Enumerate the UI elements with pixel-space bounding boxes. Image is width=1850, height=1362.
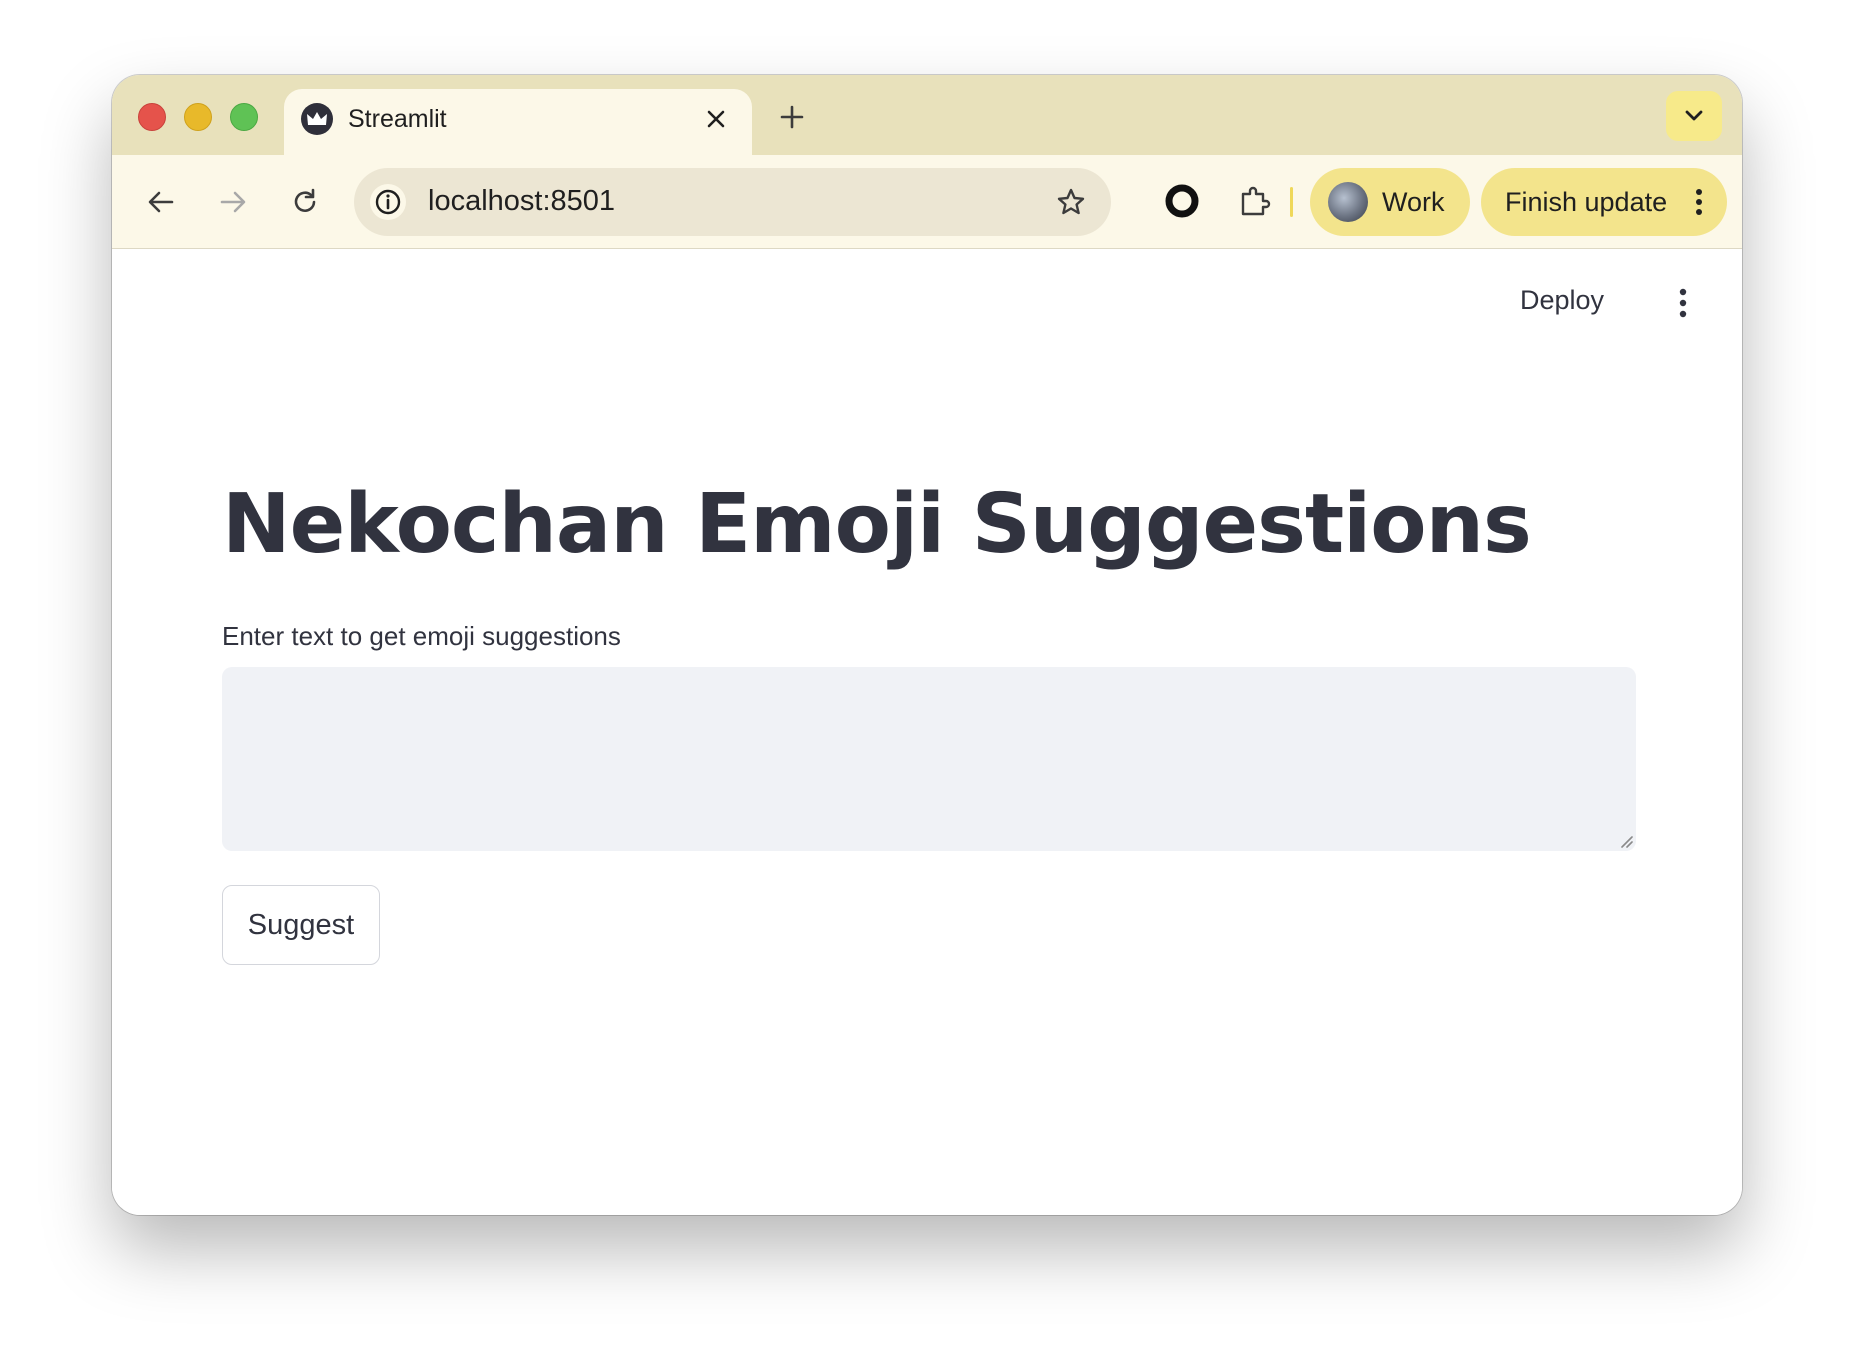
bookmark-star-icon[interactable] [1053,184,1089,220]
finish-update-button[interactable]: Finish update [1481,168,1727,236]
text-input-label: Enter text to get emoji suggestions [222,621,621,651]
forward-button[interactable] [210,179,256,225]
toolbar-divider [1290,187,1293,217]
back-button[interactable] [138,179,184,225]
tab-title: Streamlit [348,105,447,133]
address-bar[interactable]: localhost:8501 [354,168,1111,236]
tab-strip: Streamlit [112,75,1742,155]
suggest-button[interactable]: Suggest [222,885,380,965]
url-text: localhost:8501 [428,185,616,217]
reload-button[interactable] [282,179,328,225]
streamlit-crown-icon [301,103,333,135]
deploy-button[interactable]: Deploy [1520,285,1604,316]
main-menu-button[interactable] [1668,283,1698,323]
extension-record-icon[interactable] [1158,177,1206,225]
new-tab-button[interactable] [772,97,812,137]
kebab-vertical-icon [1679,288,1687,318]
browser-toolbar: localhost:8501 Work Finish update [112,155,1742,249]
reload-icon [294,188,316,212]
close-window-button[interactable] [138,103,166,131]
site-info-icon[interactable] [370,184,406,220]
chevron-down-icon [1685,110,1703,121]
avatar [1328,182,1368,222]
streamlit-app: Deploy Nekochan Emoji Suggestions Enter … [112,249,1742,1215]
tab-search-button[interactable] [1666,91,1722,141]
arrow-left-icon [148,191,174,213]
arrow-right-icon [220,191,246,213]
extensions-puzzle-icon[interactable] [1230,177,1278,225]
browser-window: Streamlit localhost:8501 Work Finish upd… [112,75,1742,1215]
zoom-window-button[interactable] [230,103,258,131]
close-tab-icon[interactable] [696,99,736,139]
resize-handle-icon[interactable] [1617,832,1633,848]
kebab-vertical-icon [1689,186,1709,218]
page-title: Nekochan Emoji Suggestions [222,477,1532,572]
profile-button[interactable]: Work [1310,168,1470,236]
finish-update-label: Finish update [1505,187,1668,217]
profile-label: Work [1382,187,1445,217]
emoji-text-input[interactable] [222,667,1636,851]
tab-streamlit[interactable]: Streamlit [284,89,752,155]
minimize-window-button[interactable] [184,103,212,131]
